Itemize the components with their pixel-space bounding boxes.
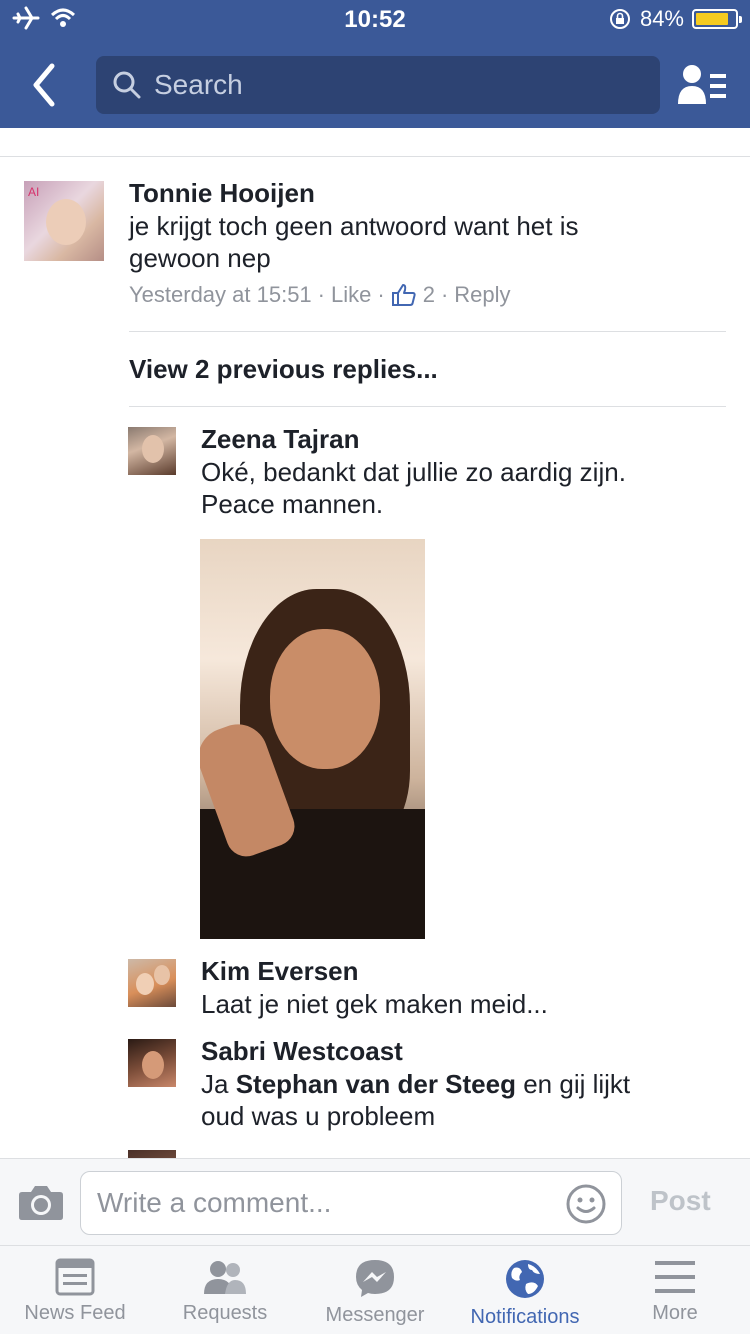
top-bar: 10:52 84% Search (0, 0, 750, 128)
meta-dot: · (440, 282, 449, 307)
avatar[interactable] (128, 427, 176, 475)
tab-messenger[interactable]: Messenger (300, 1246, 450, 1334)
post-button[interactable]: Post (650, 1185, 711, 1217)
avatar-face (136, 973, 154, 995)
friends-list-icon[interactable] (678, 62, 728, 106)
divider (129, 331, 726, 332)
tab-more[interactable]: More (600, 1246, 750, 1334)
globe-icon (506, 1260, 544, 1298)
avatar[interactable] (128, 959, 176, 1007)
comment-timestamp: Yesterday at 15:51 (129, 282, 312, 307)
tab-label: Notifications (470, 1306, 580, 1328)
camera-icon[interactable] (18, 1183, 64, 1221)
tab-label: More (652, 1302, 698, 1324)
avatar[interactable] (128, 1150, 176, 1158)
battery-icon (692, 9, 742, 29)
comment-meta: Yesterday at 15:51 · Like · 2 · Reply (129, 282, 511, 308)
back-icon[interactable] (24, 60, 64, 110)
tab-label: Requests (182, 1302, 268, 1324)
search-icon (113, 71, 141, 99)
reply-author[interactable]: Sabri Westcoast (201, 1036, 403, 1067)
rotation-lock-icon (609, 9, 630, 29)
tab-requests[interactable]: Requests (150, 1246, 300, 1334)
reply-author[interactable]: Kim Eversen (201, 956, 359, 987)
avatar[interactable] (128, 1039, 176, 1087)
tab-label: News Feed (24, 1302, 126, 1324)
like-link[interactable]: Like (331, 282, 371, 308)
view-previous-replies-link[interactable]: View 2 previous replies... (129, 354, 438, 385)
menu-icon (655, 1261, 695, 1293)
tab-news-feed[interactable]: News Feed (0, 1246, 150, 1334)
reply-text-line1: Ja Stephan van der Steeg en gij lijkt (201, 1068, 630, 1100)
comment-text-line1: je krijgt toch geen antwoord want het is (129, 211, 579, 241)
photo-face (270, 629, 380, 769)
reply-photo[interactable] (200, 539, 425, 939)
avatar-face (142, 1051, 164, 1079)
reply-text-line1: Laat je niet gek maken meid... (201, 989, 548, 1019)
reply-author[interactable]: Zeena Tajran (201, 424, 359, 455)
avatar-face (142, 435, 164, 463)
status-bar: 10:52 84% (0, 0, 750, 40)
reply-link[interactable]: Reply (454, 282, 510, 308)
comment-input[interactable]: Write a comment... (80, 1171, 622, 1235)
comment-thread: AI Tonnie Hooijen je krijgt toch geen an… (0, 128, 750, 1158)
comment-text-line2: gewoon nep (129, 243, 271, 273)
status-right: 84% (608, 6, 742, 32)
avatar-overlay-text: AI (28, 185, 40, 199)
messenger-icon (356, 1260, 394, 1297)
tab-bar: News Feed Requests Messenger Notificatio… (0, 1246, 750, 1334)
meta-dot: · (377, 282, 385, 307)
comment-input-placeholder: Write a comment... (97, 1187, 332, 1218)
reply-text-prefix: Ja (201, 1069, 236, 1099)
like-count: 2 (422, 282, 435, 307)
reply-text-line2: oud was u probleem (201, 1101, 436, 1131)
thumbs-up-icon (391, 284, 416, 306)
comment-author[interactable]: Tonnie Hooijen (129, 178, 315, 209)
nav-row: Search (0, 42, 750, 128)
search-placeholder: Search (154, 69, 243, 100)
divider (0, 156, 750, 157)
avatar-face (46, 199, 86, 245)
comment-composer: Write a comment... Post (0, 1158, 750, 1246)
mention-link[interactable]: Stephan van der Steeg (236, 1069, 516, 1099)
divider (129, 406, 726, 407)
tab-notifications[interactable]: Notifications (450, 1246, 600, 1334)
avatar[interactable]: AI (24, 181, 104, 261)
reply-text-line2: Peace mannen. (201, 489, 384, 519)
search-input[interactable]: Search (96, 56, 660, 114)
reply-text-line1: Oké, bedankt dat jullie zo aardig zijn. (201, 457, 626, 487)
news-feed-icon (55, 1258, 95, 1296)
meta-dot: · (317, 282, 325, 307)
reply-text-suffix: en gij lijkt (516, 1069, 631, 1099)
friend-requests-icon (204, 1261, 246, 1294)
tab-label: Messenger (325, 1304, 425, 1326)
emoji-icon[interactable] (565, 1183, 607, 1225)
battery-percent: 84% (639, 6, 684, 31)
avatar-face (154, 965, 170, 985)
